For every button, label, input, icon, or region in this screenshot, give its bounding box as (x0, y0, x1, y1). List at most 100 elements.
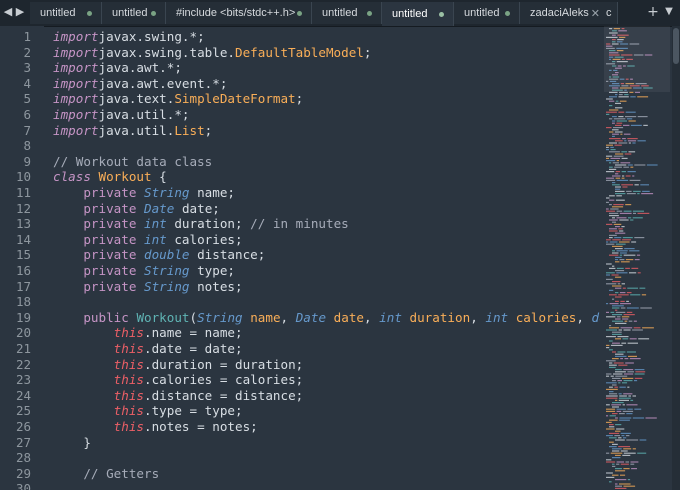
line-number: 24 (15, 387, 31, 403)
minimap-mark (615, 177, 621, 179)
minimap-mark (609, 364, 617, 366)
minimap-mark (615, 470, 626, 472)
tab-untitled-active[interactable]: untitled (382, 2, 454, 26)
code-token: distance; (189, 247, 266, 263)
minimap-mark (615, 124, 622, 126)
minimap-mark (620, 252, 627, 254)
code-token: .date = date; (144, 341, 243, 356)
code-token: private (83, 278, 137, 294)
line-number: 8 (23, 138, 31, 154)
minimap-mark (615, 485, 622, 487)
minimap[interactable] (604, 26, 670, 490)
minimap-mark (629, 358, 641, 360)
minimap-mark (615, 94, 618, 96)
tab-label: untitled (392, 8, 428, 20)
code-token: // Workout data class (53, 153, 213, 169)
minimap-mark (606, 113, 610, 115)
scrollbar-thumb[interactable] (673, 28, 679, 64)
minimap-mark (613, 204, 624, 206)
plus-icon[interactable]: + (646, 3, 660, 21)
minimap-mark (633, 327, 641, 329)
minimap-mark (612, 120, 616, 122)
tab-include-bits[interactable]: #include <bits/stdc++.h> (166, 2, 312, 24)
minimap-mark (610, 146, 614, 148)
minimap-mark (620, 474, 626, 476)
tab-untitled-2[interactable]: untitled (102, 2, 166, 24)
tab-zadacialeks[interactable]: zadaciAleks ✕ (520, 2, 610, 24)
minimap-mark (625, 267, 630, 269)
minimap-mark (606, 408, 616, 410)
minimap-mark (609, 325, 612, 327)
minimap-mark (640, 307, 652, 309)
minimap-mark (606, 329, 618, 331)
minimap-mark (609, 426, 615, 428)
minimap-viewport[interactable] (604, 26, 670, 92)
code-token: int (144, 216, 167, 232)
minimap-mark (612, 162, 619, 164)
minimap-mark (613, 373, 623, 375)
minimap-mark (606, 208, 609, 210)
minimap-mark (615, 430, 621, 432)
minimap-mark (612, 342, 620, 344)
line-number: 18 (15, 294, 31, 310)
minimap-mark (625, 461, 629, 463)
minimap-mark (606, 476, 615, 478)
minimap-mark (618, 446, 631, 448)
minimap-mark (616, 410, 622, 412)
tab-untitled-3[interactable]: untitled (312, 2, 382, 24)
minimap-mark (622, 237, 633, 239)
minimap-mark (617, 351, 626, 353)
minimap-mark (627, 140, 637, 142)
minimap-mark (622, 287, 626, 289)
minimap-mark (609, 481, 612, 483)
code-token: // in minutes (250, 216, 349, 232)
minimap-mark (616, 408, 626, 410)
chevron-right-icon[interactable]: ▶ (14, 4, 26, 20)
minimap-mark (626, 351, 636, 353)
code-token: class (53, 169, 91, 185)
minimap-mark (628, 395, 631, 397)
minimap-mark (612, 307, 620, 309)
tab-untitled-5[interactable]: untitled (454, 2, 520, 24)
minimap-mark (615, 369, 622, 371)
minimap-mark (626, 404, 638, 406)
minimap-mark (615, 487, 627, 489)
minimap-mark (615, 355, 627, 357)
minimap-mark (612, 377, 621, 379)
vertical-scrollbar[interactable] (672, 26, 680, 490)
code-token: private (83, 263, 137, 278)
tab-untitled-1[interactable]: untitled (30, 2, 102, 24)
code-token: this (113, 387, 145, 403)
minimap-preview (604, 26, 670, 489)
minimap-mark (613, 118, 626, 120)
code-token: java.text. (98, 91, 175, 107)
code-token: javax.swing.*; (98, 29, 205, 44)
chevron-left-icon[interactable]: ◀ (2, 4, 14, 20)
minimap-mark (618, 94, 623, 96)
minimap-mark (612, 448, 622, 450)
tab-c[interactable]: c (602, 2, 618, 24)
minimap-mark (612, 133, 619, 135)
minimap-mark (618, 116, 624, 118)
minimap-mark (606, 461, 616, 463)
code-line: importjava.util.*; (53, 107, 190, 123)
code-editor[interactable]: importjavax.swing.*; importjavax.swing.ta… (44, 26, 600, 490)
tab-label: untitled (464, 7, 500, 19)
minimap-mark (615, 164, 627, 166)
minimap-mark (623, 133, 631, 135)
dot-icon (297, 10, 302, 16)
minimap-mark (622, 338, 629, 340)
code-token: , (364, 309, 380, 325)
close-icon[interactable]: ✕ (591, 7, 600, 20)
code-line: public Workout(String name, Date date, i… (53, 310, 600, 326)
minimap-mark (623, 314, 635, 316)
minimap-mark (627, 371, 634, 373)
minimap-mark (615, 296, 622, 298)
code-token: Workout (98, 169, 152, 185)
minimap-mark (612, 443, 618, 445)
minimap-mark (625, 111, 636, 113)
chevron-down-icon[interactable]: ▼ (662, 3, 676, 21)
code-token: , (280, 309, 296, 325)
code-token: .type = type; (144, 403, 243, 419)
line-number: 10 (15, 169, 31, 185)
